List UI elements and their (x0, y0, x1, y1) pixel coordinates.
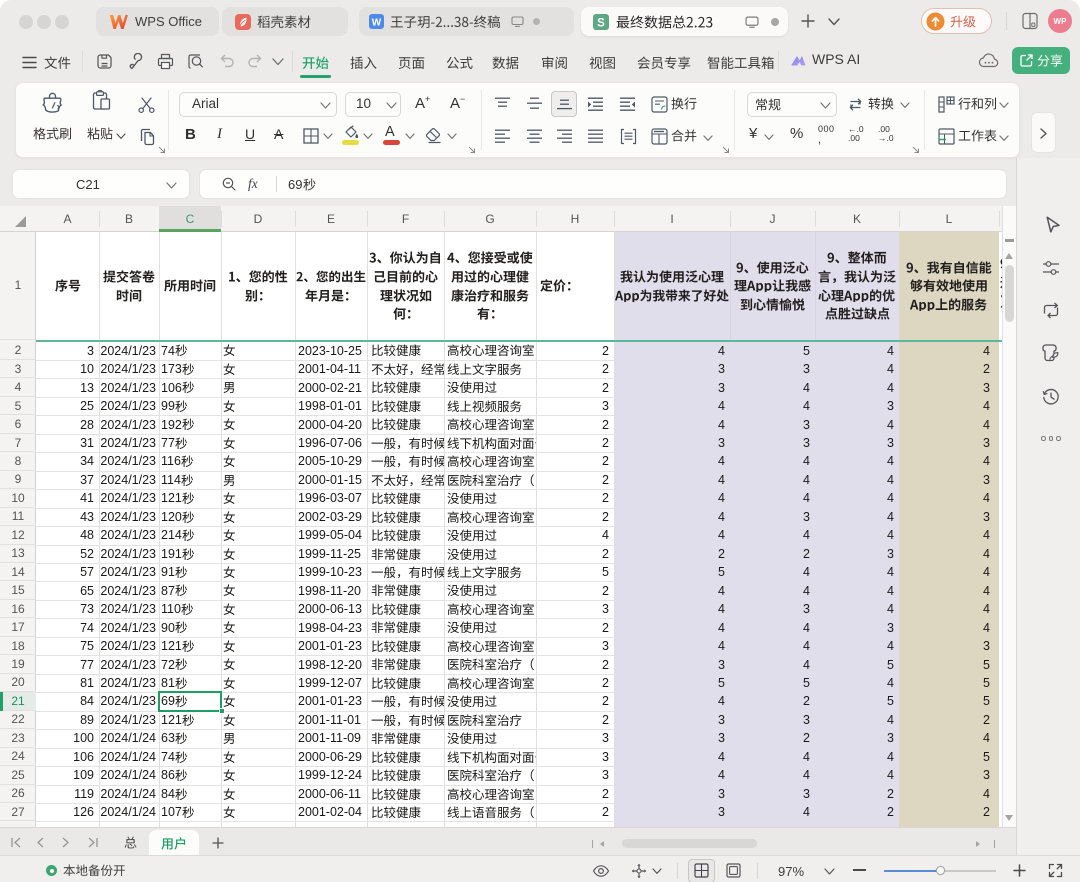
svg-text:.00: .00 (848, 133, 860, 142)
svg-text:S: S (597, 17, 605, 29)
svg-text:→.0: →.0 (878, 133, 894, 142)
svg-text:W: W (372, 18, 382, 29)
